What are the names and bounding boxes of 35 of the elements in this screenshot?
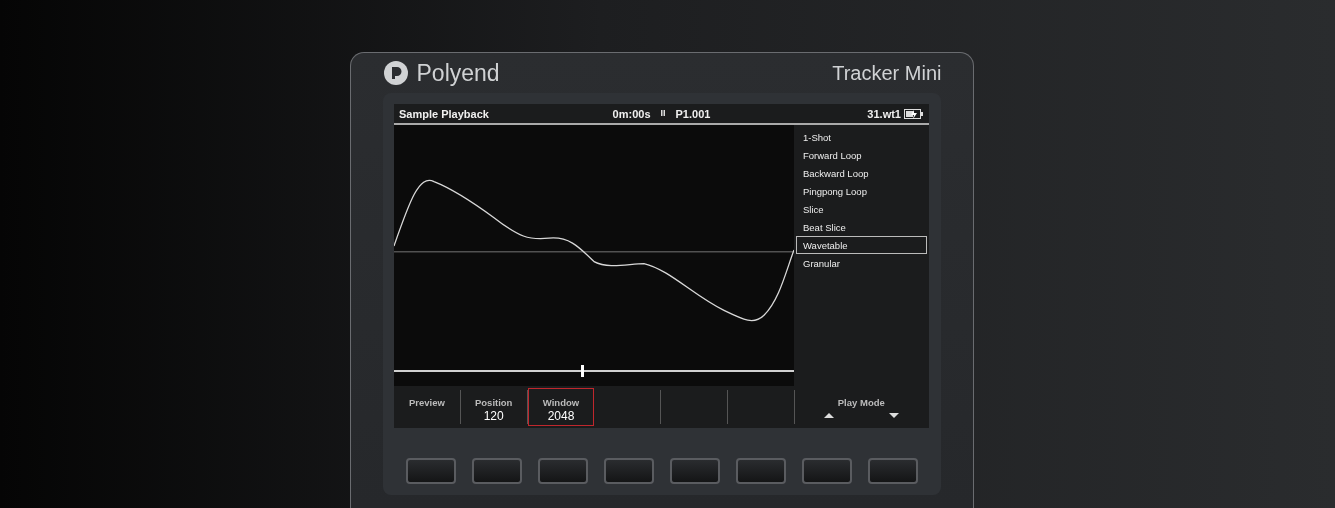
down-arrow-icon (888, 413, 899, 418)
play-mode-item[interactable]: Pingpong Loop (796, 182, 927, 200)
hardware-button[interactable] (735, 458, 786, 484)
parameter-cell[interactable]: Window 2048 (527, 388, 595, 426)
hardware-button[interactable] (405, 458, 456, 484)
hardware-button[interactable] (537, 458, 588, 484)
parameter-label: Window (542, 397, 580, 408)
play-mode-item[interactable]: Backward Loop (796, 164, 927, 182)
logo-icon (383, 61, 408, 85)
pattern-number: P1.001 (675, 107, 711, 120)
time-counter: 0m:00s (612, 107, 651, 120)
hardware-button[interactable] (471, 458, 522, 484)
slider-thumb[interactable] (581, 365, 584, 377)
parameter-label: Preview (408, 397, 445, 408)
hardware-button[interactable] (603, 458, 654, 484)
play-mode-item[interactable]: Forward Loop (796, 146, 927, 164)
parameter-label: Position (474, 397, 513, 408)
up-arrow-icon (823, 413, 834, 418)
play-mode-item[interactable]: 1-Shot (796, 128, 927, 146)
hardware-button[interactable] (801, 458, 852, 484)
screen-title: Sample Playback (399, 107, 490, 120)
file-name: 31.wt1 (867, 107, 901, 120)
hardware-button[interactable] (867, 458, 918, 484)
play-mode-item[interactable]: Beat Slice (796, 218, 927, 236)
play-mode-item[interactable]: Wavetable (796, 236, 927, 254)
pause-symbol: II (660, 107, 666, 120)
battery-icon (904, 107, 924, 120)
brand-name: Polyend (416, 59, 500, 87)
model-name: Tracker Mini (832, 61, 942, 85)
parameter-label: Play Mode (837, 397, 885, 408)
play-mode-item[interactable]: Granular (796, 254, 927, 272)
parameter-value: 2048 (547, 409, 575, 423)
hardware-button[interactable] (669, 458, 720, 484)
play-mode-item[interactable]: Slice (796, 200, 927, 218)
parameter-value: 120 (483, 409, 504, 423)
